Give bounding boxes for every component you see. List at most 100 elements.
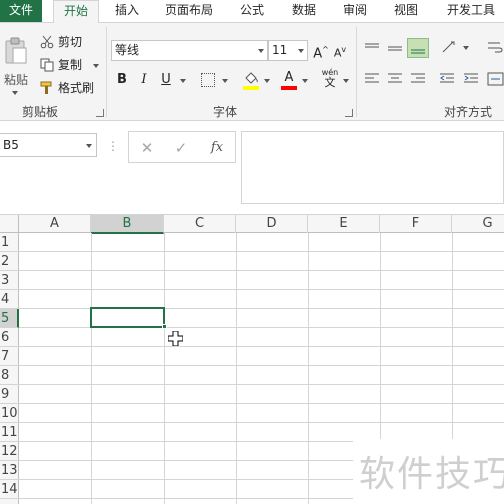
insert-function-button[interactable]: fx <box>205 136 229 160</box>
borders-dropdown-arrow[interactable] <box>222 79 228 83</box>
paste-button[interactable]: 粘贴 <box>4 71 28 88</box>
row-header[interactable]: 9 <box>0 385 19 404</box>
row-header-column: 1 2 3 4 5 6 7 8 9 10 11 12 13 14 <box>0 233 19 504</box>
chevron-down-icon <box>86 144 92 148</box>
copy-dropdown-arrow[interactable] <box>93 64 99 68</box>
align-top-icon[interactable] <box>363 41 381 55</box>
tab-formulas[interactable]: 公式 <box>229 0 275 22</box>
increase-font-size-button[interactable]: A^ <box>313 40 329 61</box>
grid-line <box>19 422 504 423</box>
tab-review[interactable]: 审阅 <box>332 0 378 22</box>
phonetic-char-text: 文 <box>324 76 336 89</box>
font-color-dropdown-arrow[interactable] <box>302 79 308 83</box>
selected-cell-b5[interactable] <box>90 307 165 328</box>
group-divider <box>356 27 357 117</box>
row-header[interactable]: 4 <box>0 290 19 309</box>
cut-button[interactable]: 剪切 <box>40 33 96 51</box>
grid-line <box>19 251 504 252</box>
fill-color-icon[interactable] <box>243 71 259 85</box>
phonetic-guide-button[interactable]: wén 文 <box>320 69 340 89</box>
borders-icon[interactable] <box>201 73 215 87</box>
row-header[interactable]: 2 <box>0 252 19 271</box>
row-header[interactable]: 8 <box>0 366 19 385</box>
column-header-c[interactable]: C <box>164 215 236 233</box>
tab-developer[interactable]: 开发工具 <box>438 0 504 22</box>
row-header[interactable]: 14 <box>0 480 19 499</box>
row-header[interactable]: 3 <box>0 271 19 290</box>
row-header[interactable]: 11 <box>0 423 19 442</box>
clipboard-group-label: 剪贴板 <box>22 105 59 119</box>
font-color-button[interactable]: A <box>281 68 297 88</box>
formula-bar-grip-icon[interactable]: ⋮ <box>107 137 119 155</box>
cell-select-cursor-icon <box>167 330 184 347</box>
underline-button[interactable]: U <box>158 70 174 90</box>
column-header-d[interactable]: D <box>236 215 308 233</box>
wrap-text-icon[interactable] <box>486 39 504 57</box>
align-center-icon[interactable] <box>386 71 404 87</box>
grid-line <box>19 365 504 366</box>
align-left-icon[interactable] <box>363 71 381 87</box>
select-all-button[interactable] <box>0 215 19 233</box>
grid-line <box>164 233 165 504</box>
fill-handle[interactable] <box>162 324 167 329</box>
column-header-e[interactable]: E <box>308 215 380 233</box>
align-bottom-icon[interactable] <box>407 38 429 58</box>
font-dialog-launcher-icon[interactable] <box>345 109 353 117</box>
column-header-row: A B C D E F G <box>0 214 504 234</box>
cancel-entry-icon[interactable]: ✕ <box>135 136 159 160</box>
row-header[interactable]: 10 <box>0 404 19 423</box>
formula-bar: B5 ⋮ ✕ ✓ fx <box>0 121 504 211</box>
grid-line <box>19 346 504 347</box>
bold-button[interactable]: B <box>114 70 130 90</box>
format-painter-icon <box>40 81 52 94</box>
row-header[interactable]: 12 <box>0 442 19 461</box>
row-header-selected[interactable]: 5 <box>0 309 19 328</box>
increase-indent-icon[interactable] <box>462 71 480 87</box>
fill-color-dropdown-arrow[interactable] <box>264 79 270 83</box>
tab-insert[interactable]: 插入 <box>104 0 150 22</box>
orientation-icon[interactable] <box>440 39 460 55</box>
scissors-icon <box>40 35 54 49</box>
tab-view[interactable]: 视图 <box>383 0 429 22</box>
grid-line <box>91 233 92 504</box>
row-header[interactable]: 6 <box>0 328 19 347</box>
clipboard-dialog-launcher-icon[interactable] <box>96 109 104 117</box>
ribbon: 粘贴 剪切 复制 格式刷 剪贴板 等线 11 A^ Av B I U A wén… <box>0 22 504 121</box>
confirm-entry-icon[interactable]: ✓ <box>169 136 193 160</box>
format-painter-label: 格式刷 <box>58 81 95 95</box>
paste-dropdown-arrow[interactable] <box>12 91 18 95</box>
decrease-indent-icon[interactable] <box>438 71 456 87</box>
merge-center-icon[interactable] <box>487 71 504 87</box>
column-header-b[interactable]: B <box>91 215 164 234</box>
tab-home[interactable]: 开始 <box>53 0 99 23</box>
tab-page-layout[interactable]: 页面布局 <box>156 0 222 22</box>
orientation-dropdown-arrow[interactable] <box>463 46 469 50</box>
chevron-down-icon <box>298 49 304 53</box>
row-header[interactable]: 13 <box>0 461 19 480</box>
align-right-icon[interactable] <box>409 71 427 87</box>
column-header-f[interactable]: F <box>380 215 452 233</box>
paste-icon[interactable] <box>4 37 28 65</box>
grid-line <box>19 403 504 404</box>
column-header-g[interactable]: G <box>452 215 504 233</box>
row-header[interactable]: 7 <box>0 347 19 366</box>
phonetic-dropdown-arrow[interactable] <box>343 79 349 83</box>
tab-data[interactable]: 数据 <box>281 0 327 22</box>
font-color-swatch <box>281 86 297 90</box>
align-middle-icon[interactable] <box>386 41 404 55</box>
font-size-value: 11 <box>272 43 288 57</box>
font-name-dropdown[interactable]: 等线 <box>111 40 268 61</box>
name-box[interactable]: B5 <box>0 133 97 157</box>
column-header-a[interactable]: A <box>19 215 91 233</box>
format-painter-button[interactable]: 格式刷 <box>40 79 102 97</box>
italic-button[interactable]: I <box>136 70 152 90</box>
tab-file[interactable]: 文件 <box>0 0 42 22</box>
row-header[interactable]: 1 <box>0 233 19 252</box>
group-divider <box>106 27 107 117</box>
decrease-font-size-button[interactable]: Av <box>332 40 348 60</box>
formula-input[interactable] <box>241 131 504 204</box>
font-size-dropdown[interactable]: 11 <box>268 40 308 61</box>
grid-line <box>19 289 504 290</box>
underline-dropdown-arrow[interactable] <box>180 79 186 83</box>
grid-line <box>19 270 504 271</box>
